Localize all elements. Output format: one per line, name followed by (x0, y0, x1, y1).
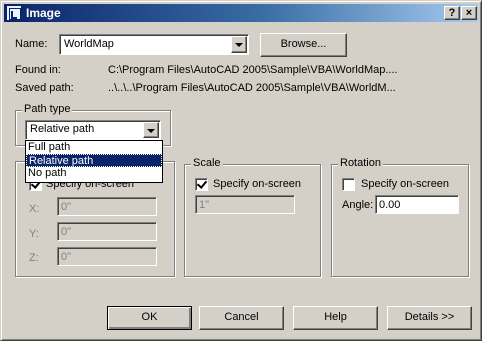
name-label: Name: (15, 38, 48, 50)
path-option-relative[interactable]: Relative path (26, 154, 162, 167)
y-field[interactable] (57, 222, 157, 241)
help-title-button[interactable]: ? (444, 6, 460, 20)
name-value: WorldMap (64, 38, 114, 50)
details-button[interactable]: Details >> (387, 306, 472, 330)
x-label: X: (29, 203, 40, 215)
angle-label: Angle: (342, 199, 374, 211)
path-option-full[interactable]: Full path (26, 141, 162, 154)
y-label: Y: (29, 228, 39, 240)
found-in-label: Found in: (15, 64, 61, 76)
scale-label: Scale (191, 157, 223, 169)
name-combobox[interactable]: WorldMap (59, 34, 249, 55)
close-icon[interactable]: × (461, 6, 477, 20)
rotation-specify-label: Specify on-screen (361, 178, 450, 190)
rotation-specify-checkbox[interactable] (342, 178, 355, 191)
scale-specify-checkbox[interactable] (195, 178, 208, 191)
scale-specify-label: Specify on-screen (213, 178, 302, 190)
autocad-app-icon (6, 5, 22, 21)
found-in-value: C:\Program Files\AutoCAD 2005\Sample\VBA… (108, 64, 398, 76)
path-type-label: Path type (22, 103, 73, 115)
path-type-value: Relative path (30, 123, 95, 135)
z-label: Z: (29, 252, 39, 264)
path-option-none[interactable]: No path (26, 167, 162, 180)
ok-button[interactable]: OK (107, 306, 192, 330)
scale-field[interactable] (195, 195, 295, 214)
saved-path-label: Saved path: (15, 82, 74, 94)
cancel-button[interactable]: Cancel (199, 306, 284, 330)
chevron-down-icon[interactable] (231, 36, 247, 53)
title-bar[interactable]: Image ? × (4, 4, 478, 22)
help-button[interactable]: Help (293, 306, 378, 330)
browse-button[interactable]: Browse... (260, 33, 347, 57)
image-dialog: Image ? × Name: WorldMap Browse... Found… (0, 0, 482, 341)
z-field[interactable] (57, 247, 157, 266)
x-field[interactable] (57, 197, 157, 216)
path-type-combobox[interactable]: Relative path (25, 120, 161, 140)
rotation-label: Rotation (338, 157, 383, 169)
path-type-dropdown-list: Full path Relative path No path (25, 140, 163, 183)
window-title: Image (26, 6, 61, 20)
chevron-down-icon[interactable] (143, 122, 159, 138)
saved-path-value: ..\..\..\Program Files\AutoCAD 2005\Samp… (108, 82, 396, 94)
angle-field[interactable] (375, 195, 459, 214)
